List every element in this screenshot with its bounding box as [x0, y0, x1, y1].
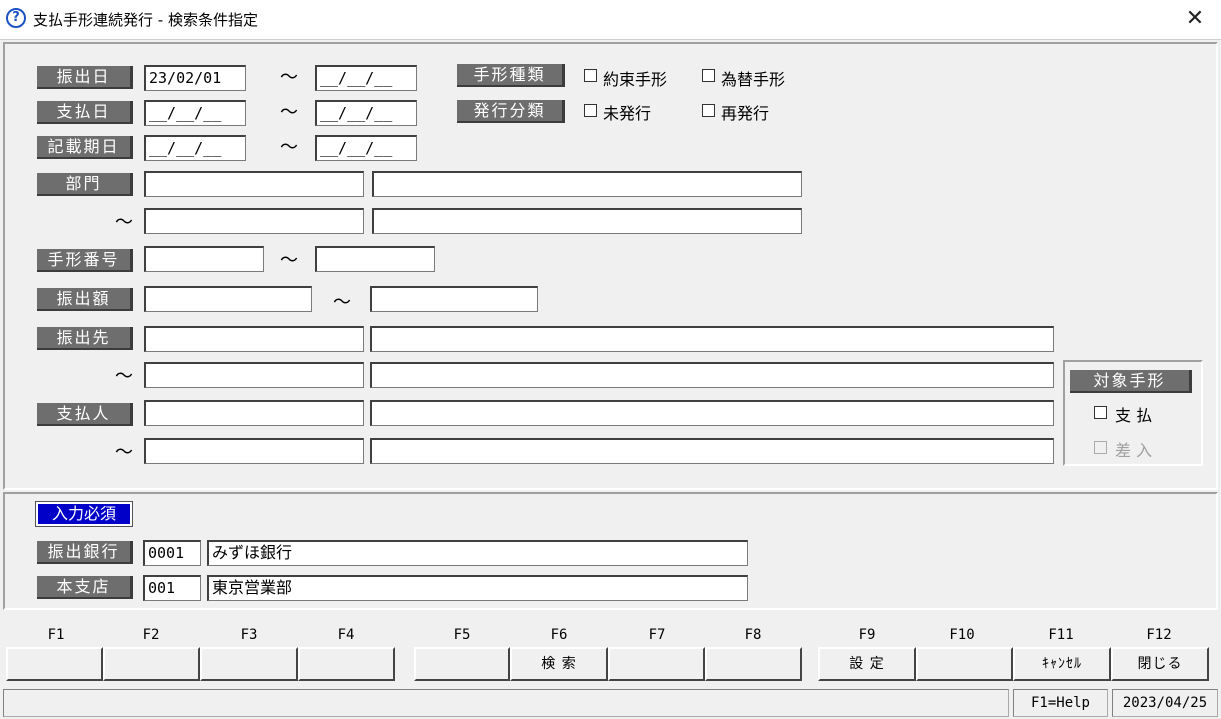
shiharai-nin-from-name-field[interactable] [370, 400, 1054, 426]
bumon-from-code-field[interactable] [144, 171, 364, 197]
furidashi-saki-label: 振出先 [37, 327, 133, 350]
bank-code-field[interactable]: 0001 [143, 540, 201, 566]
furidashi-date-from-field[interactable]: 23/02/01 [144, 65, 246, 91]
furidashi-saki-from-code-field[interactable] [144, 326, 364, 352]
shiharai-nin-to-code-field[interactable] [144, 438, 364, 464]
fkey-label-f5: F5 [453, 627, 471, 643]
tilde-separator: ～ [280, 250, 298, 271]
help-question-icon: ? [6, 8, 26, 28]
tegata-number-label: 手形番号 [37, 249, 133, 272]
fkey-label-f6: F6 [550, 627, 568, 643]
furidashi-saki-to-code-field[interactable] [144, 362, 364, 388]
branch-code-field[interactable]: 001 [143, 575, 201, 601]
kawase-tegata-checkbox[interactable] [702, 69, 715, 82]
f8-button[interactable] [705, 647, 802, 681]
furidashi-saki-to-name-field[interactable] [370, 362, 1054, 388]
branch-label: 本支店 [37, 576, 133, 599]
bumon-from-name-field[interactable] [372, 171, 802, 197]
shiharai-nin-from-code-field[interactable] [144, 400, 364, 426]
furidashi-date-label: 振出日 [37, 66, 133, 89]
furidashi-saki-from-name-field[interactable] [370, 326, 1054, 352]
shiharai-date-to-field[interactable]: __/__/__ [315, 100, 417, 126]
tilde-separator: ～ [280, 137, 298, 158]
mihakko-text: 未発行 [603, 104, 652, 123]
f4-button[interactable] [298, 647, 395, 681]
settings-button[interactable]: 設 定 [818, 647, 916, 681]
window-title: 支払手形連続発行 - 検索条件指定 [33, 11, 258, 29]
f3-button[interactable] [200, 647, 298, 681]
bumon-label: 部門 [37, 173, 133, 196]
yakusoku-tegata-text: 約束手形 [603, 70, 668, 89]
shiharai-nin-label: 支払人 [37, 403, 133, 426]
kisai-date-to-field[interactable]: __/__/__ [315, 135, 417, 161]
shiharai-date-label: 支払日 [37, 101, 133, 124]
target-shiharai-text: 支 払 [1115, 406, 1153, 425]
fkey-label-f11: F11 [1048, 627, 1074, 643]
fkey-label-f4: F4 [337, 627, 355, 643]
f5-button[interactable] [414, 647, 510, 681]
target-sashiire-checkbox[interactable] [1094, 441, 1107, 454]
hakko-kind-label: 発行分類 [457, 100, 565, 123]
fkey-label-f10: F10 [949, 627, 975, 643]
target-tegata-label: 対象手形 [1070, 370, 1192, 393]
amount-label: 振出額 [37, 288, 133, 311]
fkey-label-f2: F2 [142, 627, 160, 643]
status-message-area [3, 689, 1009, 717]
kisai-date-from-field[interactable]: __/__/__ [144, 135, 246, 161]
bumon-to-code-field[interactable] [144, 208, 364, 234]
fkey-label-f1: F1 [47, 627, 65, 643]
shiharai-nin-to-name-field[interactable] [370, 438, 1054, 464]
mihakko-checkbox[interactable] [584, 104, 597, 117]
required-label: 入力必須 [35, 501, 133, 527]
shiharai-date-from-field[interactable]: __/__/__ [144, 100, 246, 126]
tilde-separator: ～ [333, 292, 351, 313]
tilde-separator: ～ [115, 442, 133, 463]
search-button[interactable]: 検 索 [510, 647, 608, 681]
fkey-label-f9: F9 [858, 627, 876, 643]
branch-name-field[interactable]: 東京営業部 [207, 575, 748, 601]
bank-name-field[interactable]: みずほ銀行 [207, 540, 748, 566]
amount-from-field[interactable] [144, 286, 312, 312]
target-sashiire-text: 差 入 [1115, 441, 1153, 460]
furidashi-date-to-field[interactable]: __/__/__ [315, 65, 417, 91]
status-help: F1=Help [1013, 689, 1108, 717]
tilde-separator: ～ [115, 366, 133, 387]
fkey-label-f8: F8 [744, 627, 762, 643]
bumon-to-name-field[interactable] [372, 208, 802, 234]
yakusoku-tegata-checkbox[interactable] [584, 69, 597, 82]
tegata-number-from-field[interactable] [144, 246, 264, 272]
f7-button[interactable] [608, 647, 705, 681]
kisai-date-label: 記載期日 [37, 136, 133, 159]
tegata-number-to-field[interactable] [315, 246, 435, 272]
close-button[interactable]: 閉じる [1111, 647, 1209, 681]
close-icon[interactable]: ✕ [1180, 4, 1210, 34]
tilde-separator: ～ [280, 102, 298, 123]
tilde-separator: ～ [280, 67, 298, 88]
bank-label: 振出銀行 [37, 541, 133, 564]
saihakko-text: 再発行 [721, 104, 770, 123]
title-bar: ? 支払手形連続発行 - 検索条件指定 ✕ [0, 0, 1221, 40]
fkey-label-f7: F7 [648, 627, 666, 643]
f10-button[interactable] [916, 647, 1013, 681]
fkey-label-f12: F12 [1146, 627, 1172, 643]
kawase-tegata-text: 為替手形 [721, 70, 786, 89]
fkey-label-f3: F3 [240, 627, 258, 643]
tegata-kind-label: 手形種類 [457, 64, 565, 87]
amount-to-field[interactable] [370, 286, 538, 312]
cancel-button[interactable]: ｷｬﾝｾﾙ [1013, 647, 1111, 681]
saihakko-checkbox[interactable] [702, 104, 715, 117]
tilde-separator: ～ [115, 212, 133, 233]
f1-button[interactable] [6, 647, 103, 681]
status-date: 2023/04/25 [1112, 689, 1218, 717]
target-shiharai-checkbox[interactable] [1094, 406, 1107, 419]
f2-button[interactable] [103, 647, 200, 681]
